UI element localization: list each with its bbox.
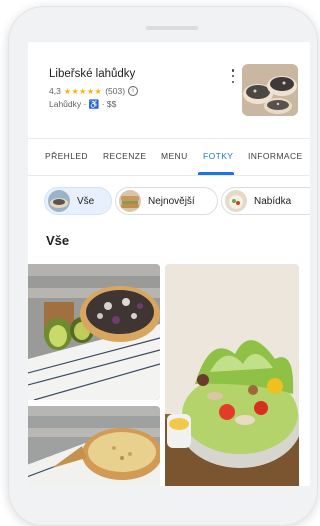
- photo-salad[interactable]: [165, 264, 299, 486]
- photo-savory-pastry[interactable]: [28, 406, 160, 486]
- chip-offer-label: Nabídka: [254, 195, 292, 207]
- info-icon[interactable]: i: [128, 86, 139, 96]
- chip-all[interactable]: Vše: [44, 187, 112, 215]
- price-level: $$: [106, 99, 117, 109]
- chip-newest[interactable]: Nejnovější: [115, 187, 218, 215]
- chip-offer-image: [225, 190, 247, 212]
- chip-all-label: Vše: [77, 195, 95, 207]
- rating-row[interactable]: 4,3 ★★★★★ (503) i: [49, 86, 139, 96]
- place-name: Libeřské lahůdky: [49, 68, 136, 80]
- tab-overview[interactable]: PŘEHLED: [45, 151, 88, 161]
- meta-separator-2: ·: [101, 99, 105, 109]
- chip-all-image: [48, 190, 70, 212]
- place-tabs: PŘEHLED RECENZE MENU FOTKY INFORMACE: [28, 138, 310, 176]
- chip-offer[interactable]: Nabídka: [221, 187, 310, 215]
- section-title: Vše: [46, 233, 70, 248]
- tab-photos[interactable]: FOTKY: [203, 151, 233, 161]
- meta-row: Lahůdky · ♿ · $$: [49, 99, 116, 110]
- more-vert-icon[interactable]: [229, 68, 237, 84]
- photo-pizza-bread[interactable]: [28, 264, 160, 400]
- phone-speaker: [146, 26, 198, 30]
- review-count: (503): [105, 86, 126, 96]
- chip-newest-image: [119, 190, 141, 212]
- tab-info[interactable]: INFORMACE: [248, 151, 303, 161]
- tab-menu[interactable]: MENU: [161, 151, 188, 161]
- active-tab-indicator: [198, 172, 234, 175]
- star-rating-icon: ★★★★★: [63, 86, 103, 96]
- chip-newest-label: Nejnovější: [148, 195, 195, 207]
- place-thumbnail[interactable]: [242, 64, 298, 116]
- tab-reviews[interactable]: RECENZE: [103, 151, 146, 161]
- place-photos-screen: Libeřské lahůdky 4,3 ★★★★★ (503) i Lahůd…: [28, 42, 310, 486]
- wheelchair-icon: ♿: [88, 99, 100, 109]
- rating-value: 4,3: [49, 86, 61, 96]
- place-category: Lahůdky: [49, 99, 82, 109]
- meta-separator: ·: [83, 99, 87, 109]
